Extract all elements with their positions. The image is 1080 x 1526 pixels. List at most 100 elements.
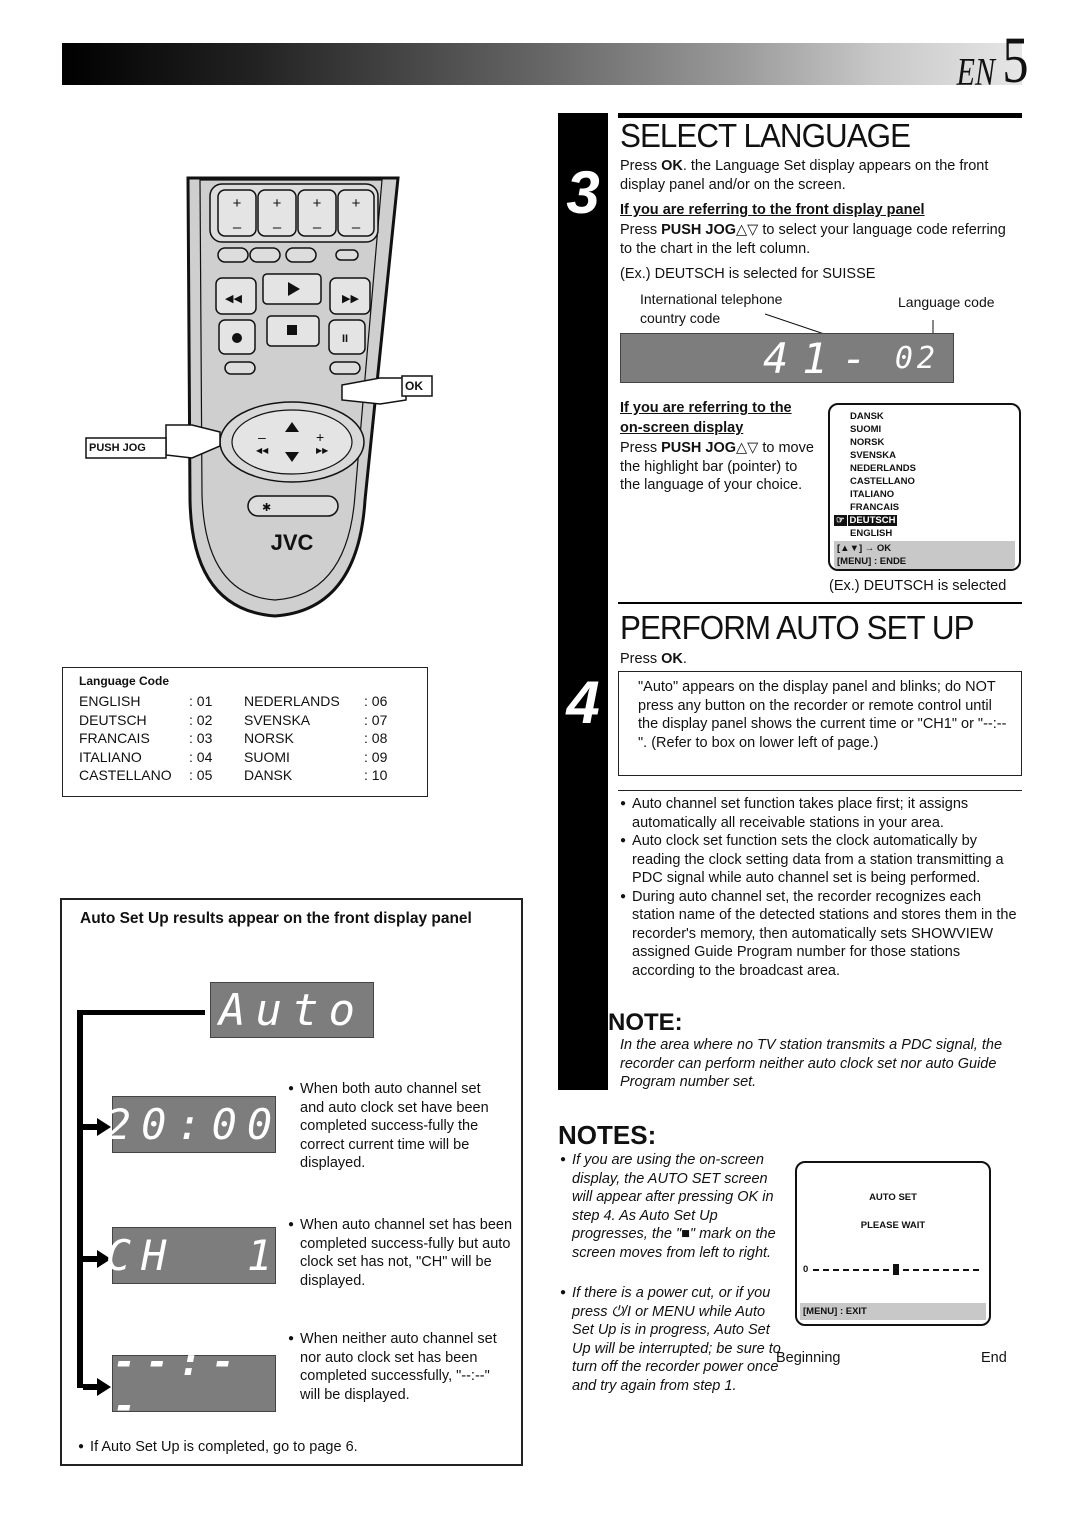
- push-jog-callout: PUSH JOG: [89, 442, 146, 454]
- notes-bullet-2: If there is a power cut, or if you press…: [560, 1284, 785, 1395]
- language-table-cell: : 09: [364, 748, 388, 765]
- svg-text:+: +: [313, 195, 322, 212]
- language-osd-screen: DANSK SUOMI NORSK SVENSKA NEDERLANDS CASTELLA…: [828, 403, 1021, 571]
- svg-text:▶▶: ▶▶: [342, 293, 359, 305]
- osd-progress-marker: [893, 1264, 899, 1275]
- language-table-cell: : 01: [189, 693, 213, 709]
- svg-text:–: –: [273, 219, 282, 236]
- step4-bullets: Auto channel set function takes place fi…: [620, 795, 1022, 980]
- page-number-value: 5: [1002, 24, 1029, 97]
- osd-language-option[interactable]: FRANCAIS: [834, 501, 1015, 514]
- section-divider: [618, 790, 1022, 791]
- language-table-cell: : 07: [364, 711, 388, 728]
- step3-intro: Press OK. the Language Set display appea…: [620, 158, 989, 193]
- language-table-cell: SVENSKA: [244, 711, 311, 728]
- svg-text:+: +: [352, 195, 361, 212]
- svg-text:▶▶: ▶▶: [316, 446, 329, 455]
- note-text: In the area where no TV station transmit…: [620, 1037, 1003, 1090]
- step4-warning-box: "Auto" appears on the display panel and …: [618, 671, 1022, 776]
- ok-callout: OK: [405, 379, 423, 393]
- step-3-marker: 3: [558, 113, 608, 633]
- svg-text:+: +: [273, 195, 282, 212]
- connector-line: [77, 1010, 205, 1015]
- page-language-tag: EN: [956, 50, 995, 94]
- section-divider: [618, 602, 1022, 604]
- arrow-icon: [83, 1378, 111, 1401]
- svg-text:◀◀: ◀◀: [225, 293, 242, 305]
- language-table-cell: NORSK: [244, 730, 294, 746]
- language-table-cell: : 04: [189, 748, 213, 765]
- note-title: NOTE:: [608, 1009, 683, 1036]
- osd-exit-footer: [MENU] : EXIT: [800, 1303, 986, 1320]
- osd-language-option[interactable]: CASTELLANO: [834, 475, 1015, 488]
- osd-footer-menu: [MENU] : ENDE: [837, 556, 907, 567]
- osd-progress-scale: 0: [801, 1264, 983, 1275]
- svg-text:◀◀: ◀◀: [256, 446, 269, 455]
- language-table-cell: DEUTSCH: [79, 711, 147, 728]
- header-gradient-bar: [62, 43, 1022, 85]
- osd-footer-nav: [▲▼] → OK: [837, 543, 892, 554]
- language-table-cell: CASTELLANO: [79, 767, 172, 783]
- svg-text:–: –: [258, 429, 266, 445]
- language-table-row: ITALIANO : 04 SUOMI : 09: [79, 748, 411, 767]
- auto-set-osd-screen: AUTO SET PLEASE WAIT 0 [MENU] : EXIT: [795, 1161, 991, 1326]
- onscreen-instruction: Press PUSH JOG△▽ to move the highlight b…: [620, 440, 814, 493]
- svg-text:II: II: [342, 333, 348, 345]
- language-table-cell: : 05: [189, 767, 213, 783]
- language-table-cell: NEDERLANDS: [244, 693, 340, 709]
- step4-bullet: During auto channel set, the recorder re…: [620, 888, 1022, 981]
- case-time-text: When both auto channel set and auto cloc…: [288, 1080, 508, 1173]
- select-language-title: SELECT LANGUAGE: [620, 117, 911, 154]
- osd-scale-start: 0: [803, 1264, 809, 1275]
- osd-footer: [▲▼] → OK [MENU] : ENDE: [834, 541, 1015, 569]
- language-table-row: CASTELLANO: 05 DANSK: 10: [79, 766, 411, 785]
- osd-language-option[interactable]: SUOMI: [834, 423, 1015, 436]
- language-table-cell: : 08: [364, 730, 388, 746]
- step-4-marker: 4: [558, 620, 608, 1090]
- language-table-cell: ITALIANO: [79, 748, 142, 765]
- svg-text:JVC: JVC: [271, 530, 314, 555]
- remote-control-illustration: + + + + – – – – ◀◀ ▶▶ II – + ◀◀ ▶▶ ✱ JVC: [80, 170, 440, 630]
- osd-language-option[interactable]: NORSK: [834, 436, 1015, 449]
- language-table-row: ENGLISH : 01 NEDERLANDS : 06: [79, 692, 411, 711]
- svg-text:–: –: [313, 219, 322, 236]
- front-display-instruction: Press PUSH JOG△▽ to select your language…: [620, 222, 1006, 257]
- label-end: End: [981, 1350, 1007, 1366]
- onscreen-display-heading: If you are referring to the on-screen di…: [620, 400, 792, 436]
- pointer-icon: ☞: [834, 515, 847, 526]
- connector-line-vertical: [77, 1010, 83, 1388]
- notes-bullet-1: If you are using the on-screen display, …: [560, 1151, 785, 1262]
- step4-bullet: Auto channel set function takes place fi…: [620, 795, 1022, 832]
- language-table-cell: ENGLISH: [79, 693, 141, 709]
- perform-auto-setup-title: PERFORM AUTO SET UP: [620, 609, 975, 646]
- language-table-cell: : 03: [189, 730, 213, 746]
- lcd-language-display: 41- 02: [620, 333, 954, 383]
- case-dashes-text: When neither auto channel set nor auto c…: [288, 1330, 508, 1404]
- lcd-auto: Auto: [210, 982, 374, 1038]
- front-display-heading: If you are referring to the front displa…: [620, 202, 925, 218]
- label-beginning: Beginning: [776, 1350, 841, 1366]
- language-table-cell: : 06: [364, 693, 388, 709]
- auto-setup-results-box: Auto Set Up results appear on the front …: [60, 898, 523, 1466]
- osd-language-option[interactable]: ENGLISH: [834, 527, 1015, 540]
- language-table-cell: : 02: [189, 711, 213, 728]
- osd-please-wait: PLEASE WAIT: [860, 1220, 926, 1231]
- results-box-title: Auto Set Up results appear on the front …: [80, 910, 472, 927]
- page-number: EN 5: [957, 28, 1032, 94]
- language-table-cell: SUOMI: [244, 748, 290, 765]
- language-table-cell: FRANCAIS: [79, 730, 150, 746]
- osd-language-option[interactable]: ☞ DEUTSCH: [834, 514, 1015, 527]
- onscreen-example: (Ex.) DEUTSCH is selected: [829, 578, 1007, 594]
- language-table-title: Language Code: [79, 674, 170, 688]
- svg-text:–: –: [233, 219, 242, 236]
- lcd-dashes: --:--: [112, 1340, 276, 1428]
- osd-language-option[interactable]: NEDERLANDS: [834, 462, 1015, 475]
- lcd-time: 20:00: [106, 1096, 276, 1153]
- svg-text:✱: ✱: [262, 502, 271, 514]
- osd-language-option[interactable]: DANSK: [834, 410, 1015, 423]
- lcd-channel: CH 1: [106, 1227, 276, 1284]
- language-table-cell: DANSK: [244, 767, 293, 783]
- language-table-row: FRANCAIS : 03 NORSK : 08: [79, 729, 411, 748]
- osd-language-option[interactable]: ITALIANO: [834, 488, 1015, 501]
- osd-language-option[interactable]: SVENSKA: [834, 449, 1015, 462]
